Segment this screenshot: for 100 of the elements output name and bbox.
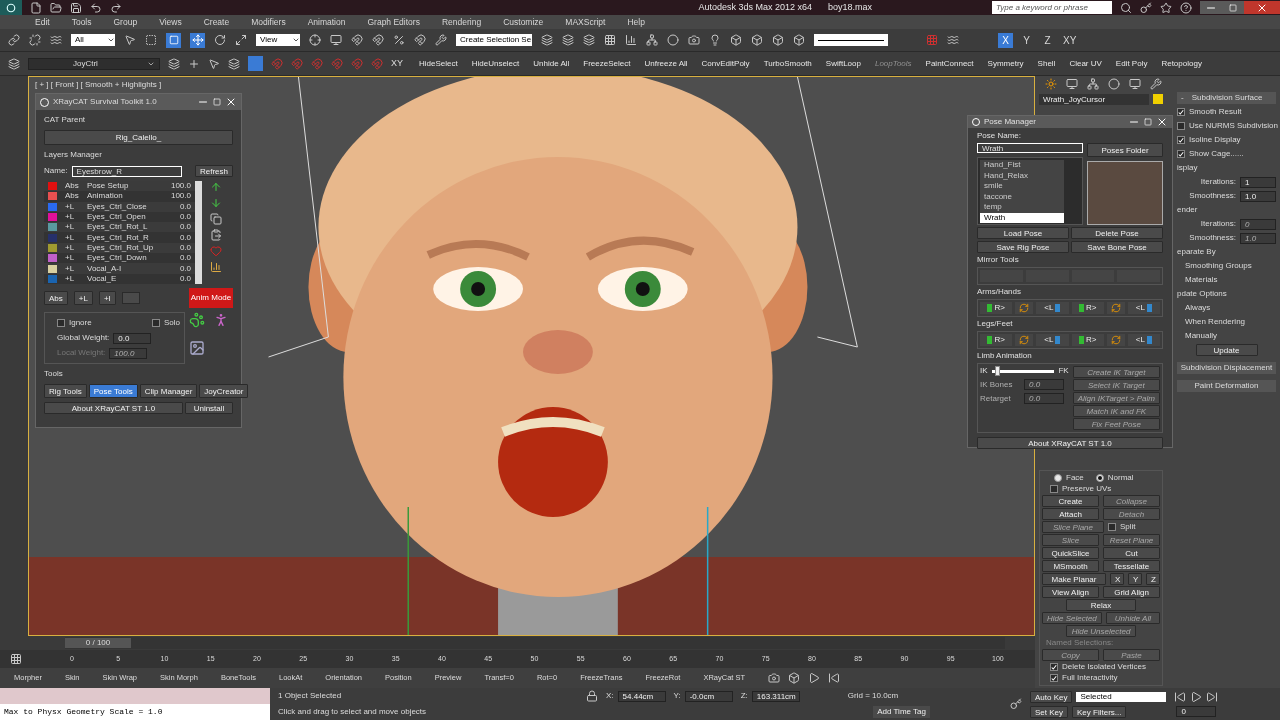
- unlink-icon[interactable]: [29, 34, 41, 46]
- maximize-icon[interactable]: [1144, 118, 1152, 126]
- pose-list-item[interactable]: Hand_Relax: [980, 170, 1064, 181]
- key-mode-dropdown[interactable]: Selected: [1076, 691, 1167, 702]
- angle-snap-icon[interactable]: [372, 34, 384, 46]
- window-crossing-icon[interactable]: [166, 32, 181, 48]
- layer-row[interactable]: +L Vocal_E 0.0: [44, 273, 195, 284]
- number-field[interactable]: 0.0: [1024, 379, 1064, 390]
- menu-item[interactable]: Graph Editors: [367, 15, 420, 29]
- skip-back-icon[interactable]: [828, 672, 841, 684]
- panel-button[interactable]: Y: [1128, 573, 1142, 585]
- menu-item[interactable]: Modifiers: [251, 15, 286, 29]
- ribbon-button[interactable]: Shell: [1037, 57, 1056, 70]
- lock-icon[interactable]: [586, 690, 598, 702]
- axis-constraint-button[interactable]: Z: [1040, 32, 1055, 48]
- time-slider-thumb[interactable]: 0 / 100: [65, 638, 131, 648]
- material-editor-icon[interactable]: [667, 34, 679, 46]
- menu-item[interactable]: Customize: [503, 15, 544, 29]
- rollout-header[interactable]: Subdivision Displacement: [1177, 362, 1276, 374]
- layer-row[interactable]: +L Eyes_Ctrl_Rot_R 0.0: [44, 232, 195, 243]
- axis-constraint-button[interactable]: XY: [1061, 32, 1079, 48]
- time-slider-track[interactable]: 0 / 100: [65, 637, 1005, 649]
- checkbox[interactable]: [57, 319, 65, 327]
- render-setup-icon[interactable]: [688, 34, 700, 46]
- select-layer-icon[interactable]: [208, 57, 220, 70]
- pose-list-item[interactable]: Hand_Fist: [980, 160, 1064, 171]
- select-icon[interactable]: [124, 34, 136, 46]
- panel-button[interactable]: Create: [1042, 495, 1099, 507]
- render-frame-icon[interactable]: [709, 34, 721, 46]
- search-icon[interactable]: [1120, 1, 1132, 14]
- selection-filter-dropdown[interactable]: All: [71, 34, 115, 46]
- ik-action-button[interactable]: Match IK and FK: [1072, 405, 1160, 417]
- menu-item[interactable]: Create: [203, 15, 230, 29]
- checkbox[interactable]: [1177, 108, 1185, 116]
- swap-button[interactable]: [1015, 334, 1034, 346]
- region-select-icon[interactable]: [145, 34, 157, 46]
- layer-manager-icon[interactable]: [583, 34, 595, 46]
- ribbon-button[interactable]: Clear UV: [1069, 57, 1102, 70]
- scale-icon[interactable]: [235, 34, 247, 46]
- pose-list-item[interactable]: temp: [980, 202, 1064, 213]
- graphite-icon[interactable]: [604, 34, 616, 46]
- layer-dropdown[interactable]: JoyCtrl: [28, 57, 160, 70]
- cat-parent-button[interactable]: Rig_Calello_: [44, 130, 233, 145]
- pose-action-button[interactable]: Load Pose: [977, 227, 1069, 239]
- menu-item[interactable]: Views: [159, 15, 182, 29]
- key-icon[interactable]: [1010, 698, 1022, 710]
- play-icon[interactable]: [808, 672, 821, 684]
- layer-row[interactable]: +L Vocal_A-I 0.0: [44, 263, 195, 274]
- render-a-icon[interactable]: [751, 34, 763, 46]
- ribbon-button[interactable]: ConvEditPoly: [701, 57, 750, 70]
- ik-action-button[interactable]: Create IK Target: [1072, 366, 1160, 378]
- rotate-icon[interactable]: [214, 34, 226, 46]
- menu-item[interactable]: Tools: [71, 15, 92, 29]
- radio-button[interactable]: [1095, 474, 1104, 482]
- listener-input[interactable]: [0, 688, 270, 704]
- help-icon[interactable]: [1180, 1, 1192, 14]
- panel-button[interactable]: Z: [1146, 573, 1160, 585]
- snap-icon[interactable]: [351, 34, 363, 46]
- pose-action-button[interactable]: Save Rig Pose: [977, 241, 1069, 253]
- tool-tab[interactable]: Clip Manager: [139, 384, 198, 398]
- scrollbar[interactable]: [195, 181, 202, 284]
- panel-button[interactable]: X: [1110, 573, 1124, 585]
- checkbox[interactable]: [152, 319, 160, 327]
- previous-key-icon[interactable]: [1174, 691, 1187, 703]
- motion-tab-icon[interactable]: [1108, 78, 1120, 90]
- set-key-button[interactable]: Set Key: [1030, 705, 1068, 718]
- coordinate-field[interactable]: -0.0cm: [684, 690, 733, 702]
- frame-field[interactable]: 0: [1176, 706, 1217, 717]
- undo-icon[interactable]: [90, 1, 102, 14]
- mirror-left-button[interactable]: <L: [1036, 334, 1069, 346]
- tool-tab[interactable]: JoyCreator: [199, 384, 249, 398]
- line-style-dropdown[interactable]: [814, 34, 888, 46]
- create-tab-icon[interactable]: [1045, 78, 1057, 90]
- pivot-icon[interactable]: [309, 34, 321, 46]
- anim-mode-button[interactable]: Anim Mode: [189, 288, 233, 308]
- layer-row[interactable]: +L Eyes_Ctrl_Down 0.0: [44, 253, 195, 264]
- rollout-header[interactable]: - Subdivision Surface: [1177, 92, 1276, 104]
- open-folder-icon[interactable]: [50, 1, 62, 14]
- panel-button[interactable]: MSmooth: [1042, 560, 1099, 572]
- number-field[interactable]: 0.0: [113, 332, 152, 344]
- mirror-right-button[interactable]: R>: [980, 302, 1013, 314]
- radio-button[interactable]: [1054, 474, 1062, 482]
- about-button[interactable]: About XRayCAT ST 1.0: [44, 402, 183, 414]
- pose-name-field[interactable]: Wrath: [977, 143, 1083, 153]
- add-layer-button[interactable]: Abs: [44, 291, 68, 305]
- tool-tab[interactable]: Pose Tools: [88, 384, 138, 398]
- track-bar-icon[interactable]: [10, 653, 22, 665]
- layer-properties-icon[interactable]: [228, 57, 240, 70]
- mirror-left-button[interactable]: <L: [1127, 334, 1160, 346]
- mirror-left-button[interactable]: <L: [1127, 302, 1160, 314]
- paw-icon[interactable]: [189, 312, 205, 328]
- layers-icon[interactable]: [8, 57, 20, 70]
- ribbon-button[interactable]: HideUnselect: [471, 57, 520, 70]
- copy-icon[interactable]: [210, 213, 222, 225]
- slider-thumb[interactable]: [994, 365, 1000, 376]
- new-file-icon[interactable]: [30, 1, 42, 14]
- ribbon-button[interactable]: FreezeSelect: [583, 57, 631, 70]
- ik-action-button[interactable]: Align IKTarget > Palm: [1072, 392, 1160, 404]
- star-icon[interactable]: [1160, 1, 1172, 14]
- close-icon[interactable]: [225, 96, 237, 108]
